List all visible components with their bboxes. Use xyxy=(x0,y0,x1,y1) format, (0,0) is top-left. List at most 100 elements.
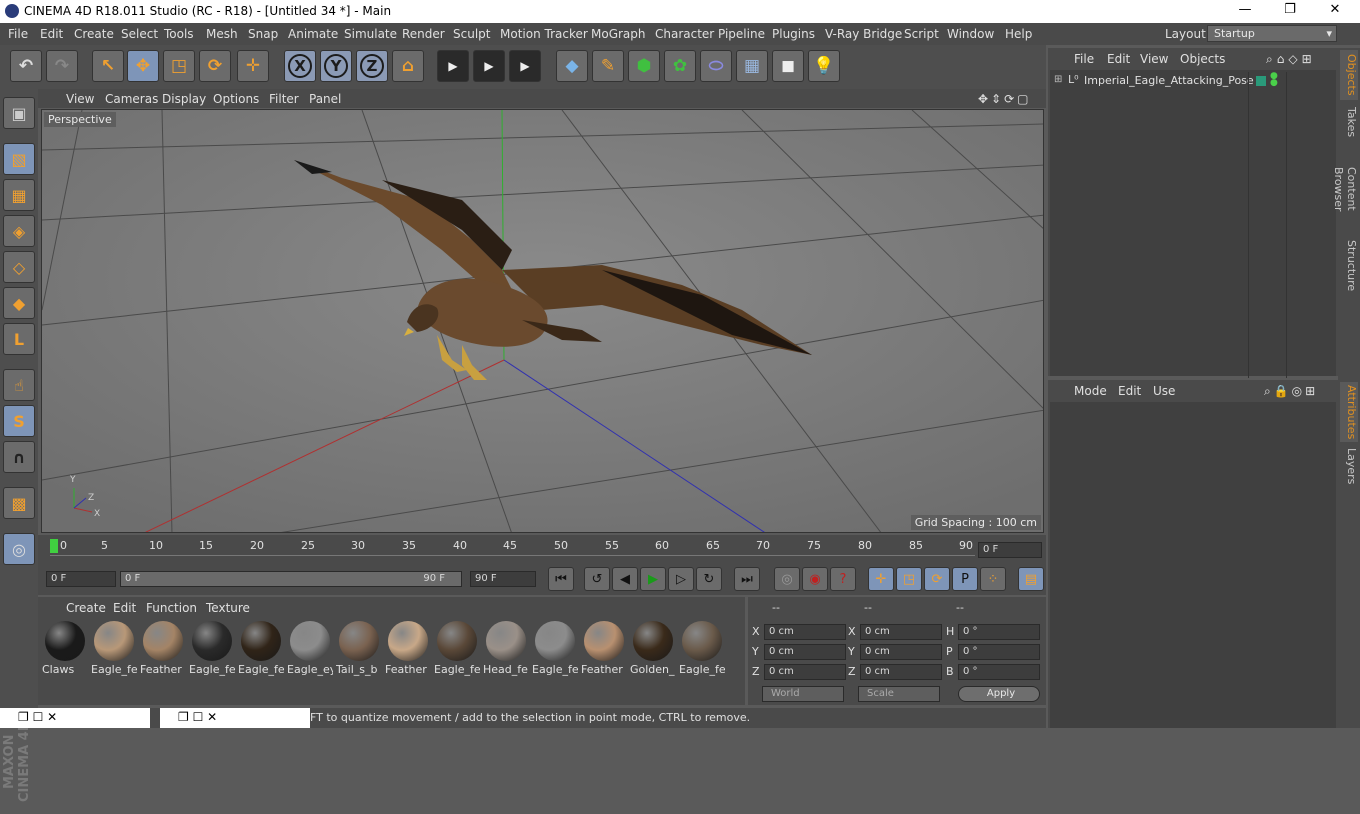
vp-menu-panel[interactable]: Panel xyxy=(309,92,341,106)
apply-button[interactable]: Apply xyxy=(958,686,1040,702)
vp-menu-display[interactable]: Display xyxy=(162,92,206,106)
perspective-viewport[interactable]: Y X Z Perspective Grid Spacing : 100 cm xyxy=(41,109,1044,533)
menu-snap[interactable]: Snap xyxy=(248,27,278,41)
snap-button[interactable]: ▩ xyxy=(3,487,35,519)
record-position-button[interactable]: ✛ xyxy=(868,567,894,591)
obj-menu-edit[interactable]: Edit xyxy=(1107,52,1130,66)
workplane-mode-button[interactable]: ◈ xyxy=(3,215,35,247)
menu-motion-tracker[interactable]: Motion Tracker xyxy=(500,27,588,41)
array-button[interactable]: ✿ xyxy=(664,50,696,82)
maximize-button[interactable]: ❐ xyxy=(1275,2,1305,20)
attr-toolbar-icons[interactable]: ⌕🔒◎⊞ xyxy=(1264,384,1318,399)
vp-menu-cameras[interactable]: Cameras xyxy=(105,92,158,106)
close-button[interactable]: ✕ xyxy=(1320,2,1350,20)
viewport-nav-icons[interactable]: ✥⇕⟳▢ xyxy=(978,92,1032,106)
material-thumbnail[interactable]: Feather xyxy=(385,619,431,679)
taskbar-window-1[interactable]: ❐ ☐ ✕ xyxy=(0,708,150,728)
menu-sculpt[interactable]: Sculpt xyxy=(453,27,490,41)
tab-content-browser[interactable]: Content Browser xyxy=(1332,144,1358,234)
object-list[interactable]: ⊞ L⁰ Imperial_Eagle_Attacking_Pose ● ● xyxy=(1050,70,1336,378)
coordinate-system-button[interactable]: ⌂ xyxy=(392,50,424,82)
rot-h-field[interactable]: 0 ° xyxy=(958,624,1040,640)
menu-create[interactable]: Create xyxy=(74,27,114,41)
tab-layers[interactable]: Layers xyxy=(1340,448,1358,484)
render-settings-button[interactable]: ▶ xyxy=(509,50,541,82)
tab-objects[interactable]: Objects xyxy=(1340,50,1358,100)
pos-z-field[interactable]: 0 cm xyxy=(764,664,846,680)
material-thumbnail[interactable]: Golden_ xyxy=(630,619,676,679)
menu-pipeline[interactable]: Pipeline xyxy=(718,27,765,41)
mat-menu-create[interactable]: Create xyxy=(66,601,106,615)
subdivision-surface-button[interactable]: ⬢ xyxy=(628,50,660,82)
model-mode-button[interactable]: ▧ xyxy=(3,143,35,175)
material-thumbnail[interactable]: Eagle_fe xyxy=(238,619,284,679)
solo-button[interactable]: ∩ xyxy=(3,441,35,473)
layout-select[interactable]: Startup ▾ xyxy=(1207,25,1337,42)
play-button[interactable]: ▶ xyxy=(640,567,666,591)
x-axis-button[interactable]: X xyxy=(284,50,316,82)
record-active-objects-button[interactable]: ◎ xyxy=(774,567,800,591)
tab-structure[interactable]: Structure xyxy=(1340,240,1358,292)
end-frame-field[interactable]: 90 F xyxy=(470,571,536,587)
render-view-button[interactable]: ▶ xyxy=(437,50,469,82)
tab-attributes[interactable]: Attributes xyxy=(1340,382,1358,442)
recent-tool-button[interactable]: ✛ xyxy=(237,50,269,82)
bend-deformer-button[interactable]: ⬭ xyxy=(700,50,732,82)
points-mode-button[interactable]: ◇ xyxy=(3,251,35,283)
vp-menu-filter[interactable]: Filter xyxy=(269,92,299,106)
next-key-button[interactable]: ↻ xyxy=(696,567,722,591)
size-z-field[interactable]: 0 cm xyxy=(860,664,942,680)
taskbar-window-2[interactable]: ❐ ☐ ✕ xyxy=(160,708,310,728)
menu-tools[interactable]: Tools xyxy=(164,27,194,41)
material-thumbnail[interactable]: Tail_s_b xyxy=(336,619,382,679)
material-thumbnail[interactable]: Feather xyxy=(140,619,186,679)
go-to-end-button[interactable]: ⏭ xyxy=(734,567,760,591)
obj-menu-objects[interactable]: Objects xyxy=(1180,52,1225,66)
rot-p-field[interactable]: 0 ° xyxy=(958,644,1040,660)
size-x-field[interactable]: 0 cm xyxy=(860,624,942,640)
attr-menu-edit[interactable]: Edit xyxy=(1118,384,1141,398)
pos-x-field[interactable]: 0 cm xyxy=(764,624,846,640)
size-mode-select[interactable]: Scale xyxy=(858,686,940,702)
material-thumbnail[interactable]: Eagle_fe xyxy=(189,619,235,679)
keyframe-selection-button[interactable]: ? xyxy=(830,567,856,591)
previous-key-button[interactable]: ↺ xyxy=(584,567,610,591)
timeline-ruler[interactable]: 0 5 10 15 20 25 30 35 40 45 50 55 60 65 … xyxy=(38,535,1046,565)
playhead[interactable] xyxy=(50,539,58,553)
menu-render[interactable]: Render xyxy=(402,27,445,41)
autokeying-button[interactable]: ◉ xyxy=(802,567,828,591)
menu-mesh[interactable]: Mesh xyxy=(206,27,238,41)
pos-y-field[interactable]: 0 cm xyxy=(764,644,846,660)
mat-menu-texture[interactable]: Texture xyxy=(206,601,250,615)
material-thumbnail[interactable]: Eagle_ey xyxy=(287,619,333,679)
mat-menu-function[interactable]: Function xyxy=(146,601,197,615)
frame-range-slider[interactable]: 0 F 90 F xyxy=(120,571,462,587)
scale-tool-button[interactable]: ◳ xyxy=(163,50,195,82)
vp-menu-view[interactable]: View xyxy=(66,92,94,106)
menu-file[interactable]: File xyxy=(8,27,28,41)
vp-menu-options[interactable]: Options xyxy=(213,92,259,106)
menu-select[interactable]: Select xyxy=(121,27,158,41)
expand-icon[interactable]: ⊞ xyxy=(1054,74,1062,85)
rot-b-field[interactable]: 0 ° xyxy=(958,664,1040,680)
menu-script[interactable]: Script xyxy=(904,27,939,41)
mat-menu-edit[interactable]: Edit xyxy=(113,601,136,615)
record-parameter-button[interactable]: P xyxy=(952,567,978,591)
object-name[interactable]: Imperial_Eagle_Attacking_Pose xyxy=(1084,74,1254,87)
menu-character[interactable]: Character xyxy=(655,27,714,41)
tweak-mode-button[interactable]: S xyxy=(3,405,35,437)
minimize-button[interactable]: — xyxy=(1230,2,1260,20)
make-editable-button[interactable]: ▣ xyxy=(3,97,35,129)
edges-mode-button[interactable]: ◆ xyxy=(3,287,35,319)
undo-button[interactable]: ↶ xyxy=(10,50,42,82)
add-cube-button[interactable]: ◆ xyxy=(556,50,588,82)
material-thumbnail[interactable]: Head_fe xyxy=(483,619,529,679)
next-frame-button[interactable]: ▷ xyxy=(668,567,694,591)
floor-button[interactable]: ▦ xyxy=(736,50,768,82)
record-point-level-button[interactable]: ⁘ xyxy=(980,567,1006,591)
texture-mode-button[interactable]: ▦ xyxy=(3,179,35,211)
menu-help[interactable]: Help xyxy=(1005,27,1032,41)
move-tool-button[interactable]: ✥ xyxy=(127,50,159,82)
tab-takes[interactable]: Takes xyxy=(1340,104,1358,140)
z-axis-button[interactable]: Z xyxy=(356,50,388,82)
